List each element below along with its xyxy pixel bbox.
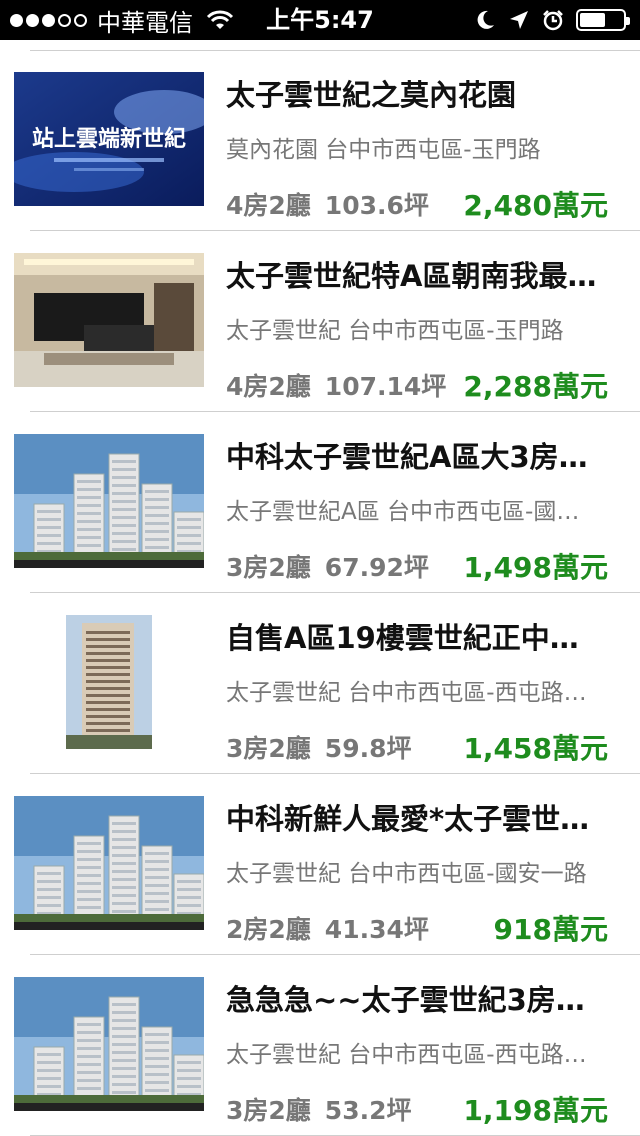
listing-row[interactable]: 太子雲世紀特A區朝南我最… 太子雲世紀 台中市西屯區-玉門路 4房2廳 107.1… [14, 231, 640, 412]
listing-specs: 3房2廳 53.2坪 [226, 1091, 411, 1127]
listing-thumbnail [14, 253, 204, 387]
listing-title: 急急急~~太子雲世紀3房平… [226, 983, 610, 1017]
listing-row[interactable]: 中科太子雲世紀A區大3房… 太子雲世紀A區 台中市西屯區-國… 3房2廳 67.9… [14, 412, 640, 593]
listing-specs: 4房2廳 107.14坪 [226, 367, 446, 403]
listing-area: 59.8坪 [324, 734, 412, 763]
battery-level [580, 13, 605, 27]
listing-row[interactable]: 急急急~~太子雲世紀3房平… 太子雲世紀 台中市西屯區-西屯路… 3房2廳 53.… [14, 955, 640, 1136]
listing-row[interactable]: 站上雲端新世紀 太子雲世紀之莫內花園 莫內花園 台中市西屯區-玉門路 4房2廳 1… [14, 50, 640, 231]
listing-thumbnail: 站上雲端新世紀 [14, 72, 204, 206]
listing-row[interactable]: 自售A區19樓雲世紀正中… 太子雲世紀 台中市西屯區-西屯路… 3房2廳 59.8… [14, 593, 640, 774]
listing-area: 41.34坪 [324, 915, 429, 944]
alarm-icon [543, 10, 563, 31]
listing-list: 站上雲端新世紀 太子雲世紀之莫內花園 莫內花園 台中市西屯區-玉門路 4房2廳 1… [0, 50, 640, 1136]
listing-address: 太子雲世紀 台中市西屯區-國安一路 [226, 861, 587, 887]
listing-price: 2,288萬元 [463, 370, 608, 403]
listing-thumbnail [14, 615, 204, 749]
status-bar: 中華電信 上午5:47 [0, 0, 640, 40]
listing-thumbnail [14, 796, 204, 930]
listing-row[interactable]: 中科新鮮人最愛*太子雲世… 太子雲世紀 台中市西屯區-國安一路 2房2廳 41.3… [14, 774, 640, 955]
listing-specs: 3房2廳 67.92坪 [226, 548, 429, 584]
listing-rooms: 3房2廳 [226, 553, 311, 582]
listing-title: 中科新鮮人最愛*太子雲世… [226, 802, 590, 836]
listing-rooms: 3房2廳 [226, 734, 311, 763]
listing-area: 103.6坪 [324, 191, 429, 220]
listing-address: 莫內花園 台中市西屯區-玉門路 [226, 137, 541, 163]
listing-specs: 3房2廳 59.8坪 [226, 729, 411, 765]
listing-address: 太子雲世紀 台中市西屯區-西屯路… [226, 1042, 587, 1068]
listing-price: 1,498萬元 [463, 551, 608, 584]
listing-price: 1,198萬元 [463, 1094, 608, 1127]
listing-rooms: 2房2廳 [226, 915, 311, 944]
listing-title: 太子雲世紀之莫內花園 [226, 78, 517, 112]
location-arrow-icon [510, 11, 528, 29]
listing-rooms: 4房2廳 [226, 191, 311, 220]
moon-icon [477, 10, 494, 29]
listing-price: 1,458萬元 [463, 732, 608, 765]
listing-area: 67.92坪 [324, 553, 429, 582]
listing-title: 中科太子雲世紀A區大3房… [226, 440, 588, 474]
listing-address: 太子雲世紀 台中市西屯區-玉門路 [226, 318, 564, 344]
listing-thumbnail [14, 434, 204, 568]
listing-area: 107.14坪 [324, 372, 447, 401]
listing-address: 太子雲世紀 台中市西屯區-西屯路… [226, 680, 587, 706]
listing-address: 太子雲世紀A區 台中市西屯區-國… [226, 499, 580, 525]
listing-rooms: 3房2廳 [226, 1096, 311, 1125]
battery-icon [576, 9, 630, 31]
listing-price: 2,480萬元 [463, 189, 608, 222]
listing-specs: 4房2廳 103.6坪 [226, 186, 429, 222]
listing-thumbnail [14, 977, 204, 1111]
status-right [474, 0, 630, 40]
listing-title: 太子雲世紀特A區朝南我最… [226, 259, 597, 293]
listing-title: 自售A區19樓雲世紀正中… [226, 621, 579, 655]
listing-specs: 2房2廳 41.34坪 [226, 910, 429, 946]
listing-price: 918萬元 [493, 913, 608, 946]
banner-text: 站上雲端新世紀 [32, 126, 186, 152]
listing-rooms: 4房2廳 [226, 372, 311, 401]
listing-area: 53.2坪 [324, 1096, 412, 1125]
